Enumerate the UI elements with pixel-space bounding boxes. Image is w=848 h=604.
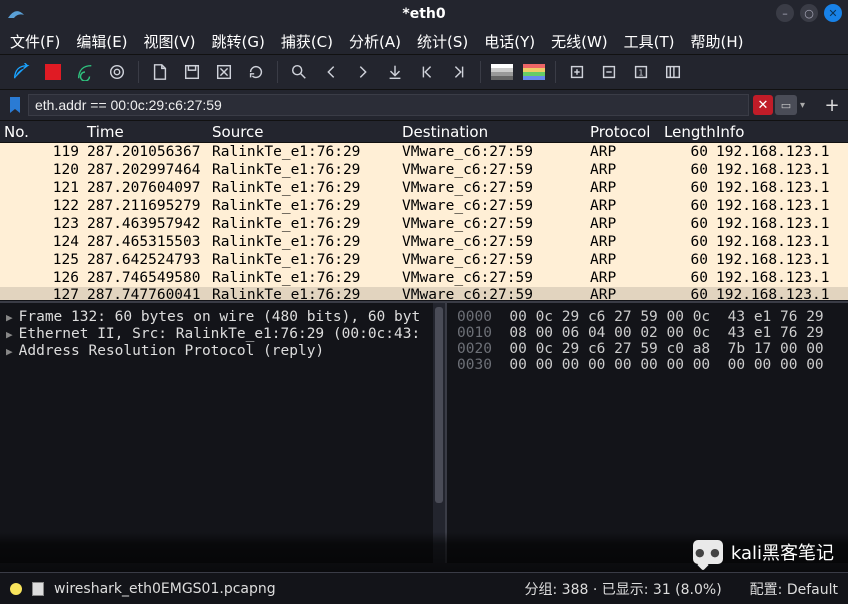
tree-frame[interactable]: Frame 132: 60 bytes on wire (480 bits), … [19,309,421,325]
find-button[interactable] [284,57,314,87]
packet-row[interactable]: 119287.201056367RalinkTe_e1:76:29VMware_… [0,143,848,161]
packet-row[interactable]: 123287.463957942RalinkTe_e1:76:29VMware_… [0,215,848,233]
col-protocol[interactable]: Protocol [586,123,660,141]
zoom-in-button[interactable] [562,57,592,87]
filter-bar: ✕ ▭ ▾ + [0,90,848,120]
display-filter-input[interactable] [28,94,749,116]
menu-bar: 文件(F) 编辑(E) 视图(V) 跳转(G) 捕获(C) 分析(A) 统计(S… [0,28,848,54]
reload-button[interactable] [241,57,271,87]
close-file-button[interactable] [209,57,239,87]
start-capture-button[interactable] [6,57,36,87]
title-bar: *eth0 – ○ ✕ [0,0,848,28]
packet-row[interactable]: 124287.465315503RalinkTe_e1:76:29VMware_… [0,233,848,251]
menu-file[interactable]: 文件(F) [10,31,60,52]
status-packets: 分组: 388 · 已显示: 31 (8.0%) [525,579,722,599]
filter-clear-button[interactable]: ✕ [753,95,773,115]
packet-row[interactable]: 125287.642524793RalinkTe_e1:76:29VMware_… [0,251,848,269]
main-toolbar: 1 [0,54,848,90]
resize-columns-button[interactable] [658,57,688,87]
go-last-button[interactable] [444,57,474,87]
expert-info-icon[interactable] [10,583,22,595]
expand-icon[interactable]: ▶ [6,309,13,326]
go-back-button[interactable] [316,57,346,87]
capture-options-button[interactable] [102,57,132,87]
auto-scroll-button[interactable] [519,57,549,87]
filter-history-dropdown[interactable]: ▾ [800,100,812,111]
packet-list-header: No. Time Source Destination Protocol Len… [0,120,848,143]
go-forward-button[interactable] [348,57,378,87]
status-filename: wireshark_eth0EMGS01.pcapng [54,581,276,597]
close-button[interactable]: ✕ [824,4,842,22]
go-first-button[interactable] [412,57,442,87]
status-profile[interactable]: 配置: Default [750,579,838,599]
save-file-button[interactable] [177,57,207,87]
col-info[interactable]: Info [712,123,848,141]
expand-icon[interactable]: ▶ [6,343,13,360]
hex-row[interactable]: 0010 08 00 06 04 00 02 00 0c 43 e1 76 29 [457,325,842,341]
filter-add-button[interactable]: + [822,95,842,115]
menu-analyze[interactable]: 分析(A) [349,31,401,52]
menu-view[interactable]: 视图(V) [144,31,196,52]
hex-row[interactable]: 0020 00 0c 29 c6 27 59 c0 a8 7b 17 00 00 [457,341,842,357]
distro-icon [6,4,26,24]
go-to-packet-button[interactable] [380,57,410,87]
menu-edit[interactable]: 编辑(E) [76,31,127,52]
menu-wireless[interactable]: 无线(W) [551,31,608,52]
packet-list[interactable]: 119287.201056367RalinkTe_e1:76:29VMware_… [0,143,848,301]
status-bar: wireshark_eth0EMGS01.pcapng 分组: 388 · 已显… [0,572,848,604]
restart-capture-button[interactable] [70,57,100,87]
window-title: *eth0 [402,6,445,22]
packet-row[interactable]: 127287.747760041RalinkTe_e1:76:29VMware_… [0,287,848,300]
stop-capture-button[interactable] [38,57,68,87]
menu-stats[interactable]: 统计(S) [417,31,468,52]
col-destination[interactable]: Destination [398,123,586,141]
filter-bookmark-icon[interactable] [6,96,24,114]
filter-apply-button[interactable]: ▭ [775,95,797,115]
zoom-out-button[interactable] [594,57,624,87]
col-no[interactable]: No. [0,123,83,141]
zoom-reset-button[interactable]: 1 [626,57,656,87]
packet-row[interactable]: 121287.207604097RalinkTe_e1:76:29VMware_… [0,179,848,197]
col-time[interactable]: Time [83,123,208,141]
menu-telephony[interactable]: 电话(Y) [484,31,535,52]
menu-capture[interactable]: 捕获(C) [281,31,333,52]
menu-tools[interactable]: 工具(T) [624,31,675,52]
hex-row[interactable]: 0000 00 0c 29 c6 27 59 00 0c 43 e1 76 29 [457,309,842,325]
hex-row[interactable]: 0030 00 00 00 00 00 00 00 00 00 00 00 00 [457,357,842,373]
tree-ethernet[interactable]: Ethernet II, Src: RalinkTe_e1:76:29 (00:… [19,326,421,342]
details-scrollbar[interactable] [433,303,445,563]
svg-text:1: 1 [638,68,643,78]
packet-bytes-pane[interactable]: 0000 00 0c 29 c6 27 59 00 0c 43 e1 76 29… [447,303,848,563]
packet-row[interactable]: 126287.746549580RalinkTe_e1:76:29VMware_… [0,269,848,287]
minimize-button[interactable]: – [776,4,794,22]
menu-goto[interactable]: 跳转(G) [212,31,265,52]
col-length[interactable]: Length [660,123,712,141]
col-source[interactable]: Source [208,123,398,141]
colorize-button[interactable] [487,57,517,87]
packet-row[interactable]: 120287.202997464RalinkTe_e1:76:29VMware_… [0,161,848,179]
packet-details-pane[interactable]: ▶ Frame 132: 60 bytes on wire (480 bits),… [0,303,447,563]
capture-file-icon[interactable] [32,582,44,596]
expand-icon[interactable]: ▶ [6,326,13,343]
open-file-button[interactable] [145,57,175,87]
menu-help[interactable]: 帮助(H) [691,31,744,52]
maximize-button[interactable]: ○ [800,4,818,22]
tree-arp[interactable]: Address Resolution Protocol (reply) [19,343,325,359]
packet-row[interactable]: 122287.211695279RalinkTe_e1:76:29VMware_… [0,197,848,215]
